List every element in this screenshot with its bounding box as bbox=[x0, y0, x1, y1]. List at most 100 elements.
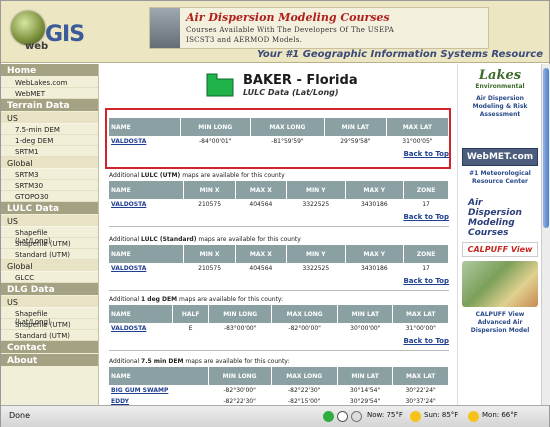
clock-icon[interactable] bbox=[337, 411, 348, 422]
column-header: NAME bbox=[109, 305, 173, 323]
table-cell: -83°00'00" bbox=[224, 325, 257, 332]
sidebar-item-1deg-dem[interactable]: 1-deg DEM bbox=[1, 135, 98, 146]
sidebar-heading-home[interactable]: Home bbox=[1, 64, 98, 77]
column-header: MAX X bbox=[235, 245, 288, 263]
status-text: Done bbox=[9, 411, 31, 420]
table-cell: 17 bbox=[422, 201, 430, 208]
column-header: MAX LONG bbox=[271, 367, 338, 385]
lakes-text: Air Dispersion Modeling & Risk Assessmen… bbox=[472, 95, 528, 118]
table-cell: 30°14'54" bbox=[349, 387, 381, 394]
webmet-ad[interactable]: WebMET.com #1 Meteorological Resource Ce… bbox=[462, 148, 538, 186]
table-cell: 31°00'00" bbox=[405, 325, 436, 332]
sidebar-heading-dlg[interactable]: DLG Data bbox=[1, 283, 98, 296]
courses-banner[interactable]: Air Dispersion Modeling Courses Courses … bbox=[149, 7, 489, 49]
banner-photo bbox=[150, 8, 180, 48]
table-cell: -82°22'30" bbox=[223, 398, 256, 405]
site-tagline: Your #1 Geographic Information Systems R… bbox=[256, 49, 543, 60]
column-header: MAX LAT bbox=[392, 367, 449, 385]
column-header: MIN LAT bbox=[324, 118, 387, 136]
sidebar-heading-contact[interactable]: Contact bbox=[1, 341, 98, 354]
note-text: maps are available for this county: bbox=[179, 296, 284, 303]
note-text: Additional bbox=[109, 358, 140, 365]
banner-line: Courses Available With The Developers Of… bbox=[186, 26, 395, 34]
sidebar-item-dlg-shapefile-utm[interactable]: Shapefile (UTM) bbox=[1, 319, 98, 330]
sidebar-item-glcc[interactable]: GLCC bbox=[1, 272, 98, 283]
vertical-scrollbar[interactable] bbox=[541, 64, 550, 405]
map-link[interactable]: BIG GUM SWAMP bbox=[109, 385, 208, 396]
column-header: NAME bbox=[109, 367, 209, 385]
column-header: MIN X bbox=[183, 181, 236, 199]
site-header: web GIS Air Dispersion Modeling Courses … bbox=[1, 1, 549, 63]
calpuff-ad[interactable]: CALPUFF View CALPUFF View Advanced Air D… bbox=[462, 242, 538, 335]
back-to-top-link[interactable]: Back to Top bbox=[109, 213, 449, 223]
webgis-logo[interactable]: web GIS bbox=[5, 5, 95, 59]
map-link[interactable]: VALDOSTA bbox=[109, 199, 184, 210]
weather-icon[interactable] bbox=[351, 411, 362, 422]
table-note: Additional LULC (Standard) maps are avai… bbox=[109, 236, 449, 245]
weather-sun: Sun: 85°F bbox=[424, 411, 459, 419]
column-header: MIN Y bbox=[286, 181, 346, 199]
sidebar-heading-lulc[interactable]: LULC Data bbox=[1, 202, 98, 215]
sidebar-item-srtm3[interactable]: SRTM3 bbox=[1, 169, 98, 180]
note-text: maps are available for this county bbox=[182, 172, 285, 179]
globe-icon bbox=[11, 11, 45, 45]
sidebar-item-gtopo30[interactable]: GTOPO30 bbox=[1, 191, 98, 202]
table-75min-dem: Additional 7.5 min DEM maps are availabl… bbox=[109, 358, 449, 405]
map-link[interactable]: VALDOSTA bbox=[109, 323, 172, 334]
note-emphasis: 1 deg DEM bbox=[141, 296, 178, 303]
sidebar-item-webmet[interactable]: WebMET bbox=[1, 88, 98, 99]
banner-title: Air Dispersion Modeling Courses bbox=[186, 11, 390, 24]
banner-line: ISCST3 and AERMOD Models. bbox=[186, 36, 303, 44]
table-row: VALDOSTA 210575 404564 3322525 3430186 1… bbox=[109, 199, 449, 210]
column-header: MAX Y bbox=[345, 181, 405, 199]
table-lulc-latlong: NAME MIN LONG MAX LONG MIN LAT MAX LAT V… bbox=[109, 118, 450, 160]
webmet-text: #1 Meteorological Resource Center bbox=[469, 170, 531, 185]
sidebar-item-75min-dem[interactable]: 7.5-min DEM bbox=[1, 124, 98, 135]
sidebar-subheading-global: Global bbox=[1, 260, 98, 272]
map-link[interactable]: EDDY bbox=[109, 396, 208, 405]
sidebar-item-lulc-shapefile-utm[interactable]: Shapefile (UTM) bbox=[1, 238, 98, 249]
column-header: MAX LONG bbox=[271, 305, 339, 323]
courses-logo: Air Dispersion Modeling Courses bbox=[468, 198, 522, 238]
back-to-top-link[interactable]: Back to Top bbox=[109, 277, 449, 287]
sidebar-heading-about[interactable]: About bbox=[1, 354, 98, 367]
sidebar-item-lulc-shapefile-latlong[interactable]: Shapefile (Lat/Long) bbox=[1, 227, 98, 245]
lakes-logo: Lakes bbox=[478, 68, 522, 83]
logo-main: GIS bbox=[45, 22, 85, 47]
sidebar-subheading-us: US bbox=[1, 296, 98, 308]
note-text: maps are available for this county bbox=[198, 236, 301, 243]
sidebar-item-srtm1[interactable]: SRTM1 bbox=[1, 146, 98, 157]
map-link[interactable]: VALDOSTA bbox=[109, 136, 180, 147]
back-to-top-link[interactable]: Back to Top bbox=[109, 337, 449, 347]
back-to-top-link[interactable]: Back to Top bbox=[109, 150, 449, 160]
weather-mon: Mon: 66°F bbox=[482, 411, 518, 419]
county-shape-icon bbox=[206, 73, 234, 97]
table-cell: 30°00'00" bbox=[350, 325, 381, 332]
sidebar-item-weblakes[interactable]: WebLakes.com bbox=[1, 77, 98, 88]
table-cell: 404564 bbox=[249, 201, 273, 208]
column-header: MAX X bbox=[235, 181, 288, 199]
ad-column: Lakes Environmental Air Dispersion Model… bbox=[457, 64, 541, 405]
browser-window: web GIS Air Dispersion Modeling Courses … bbox=[0, 0, 550, 427]
lakes-ad[interactable]: Lakes Environmental Air Dispersion Model… bbox=[462, 68, 538, 119]
table-cell: 210575 bbox=[198, 265, 222, 272]
table-note: Additional 1 deg DEM maps are available … bbox=[109, 296, 449, 305]
sidebar-item-lulc-standard-utm[interactable]: Standard (UTM) bbox=[1, 249, 98, 260]
scrollbar-thumb[interactable] bbox=[543, 68, 549, 228]
weather-now: Now: 75°F bbox=[367, 411, 403, 419]
lakes-sub: Environmental bbox=[475, 83, 525, 90]
green-status-icon[interactable] bbox=[323, 411, 334, 422]
sidebar-heading-terrain[interactable]: Terrain Data bbox=[1, 99, 98, 112]
sidebar-item-dlg-shapefile-latlong[interactable]: Shapefile (Lat/Long) bbox=[1, 308, 98, 326]
table-cell: -84°00'01" bbox=[199, 138, 232, 145]
column-header: MIN LONG bbox=[208, 367, 272, 385]
map-link[interactable]: VALDOSTA bbox=[109, 263, 184, 274]
column-header: MAX Y bbox=[345, 245, 405, 263]
table-cell: 3322525 bbox=[302, 201, 330, 208]
sidebar-item-dlg-standard-utm[interactable]: Standard (UTM) bbox=[1, 330, 98, 341]
sidebar-item-srtm30[interactable]: SRTM30 bbox=[1, 180, 98, 191]
webmet-logo: WebMET.com bbox=[462, 148, 538, 166]
table-row: BIG GUM SWAMP -82°30'00" -82°22'30" 30°1… bbox=[109, 385, 449, 396]
table-lulc-standard: Additional LULC (Standard) maps are avai… bbox=[109, 236, 449, 291]
courses-ad[interactable]: Air Dispersion Modeling Courses bbox=[462, 198, 538, 238]
